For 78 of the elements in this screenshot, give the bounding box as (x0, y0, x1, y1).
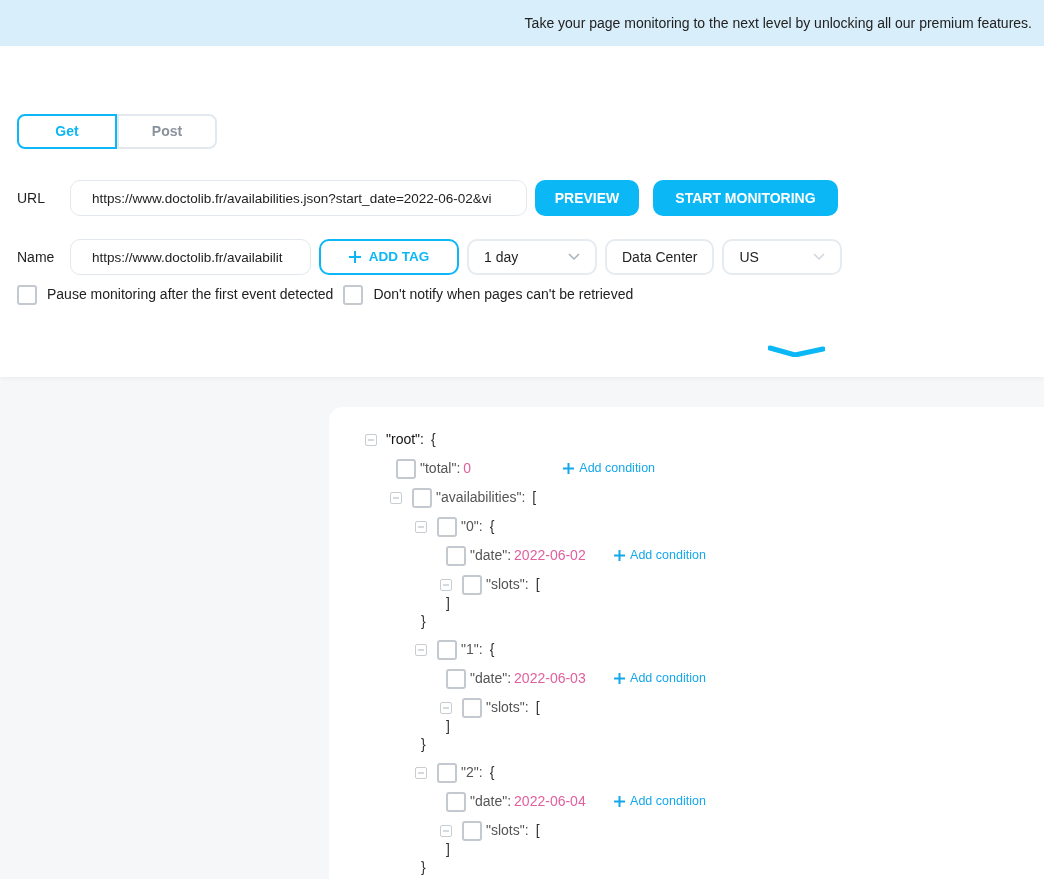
json-key: "0": (461, 516, 483, 537)
collapse-icon[interactable] (390, 491, 402, 504)
plus-icon (563, 463, 575, 474)
collapse-icon[interactable] (440, 701, 452, 714)
json-key: "slots": (486, 820, 529, 841)
expand-chevron-icon[interactable] (768, 344, 825, 357)
checkbox[interactable] (437, 516, 457, 537)
checkbox-label: Pause monitoring after the first event detected (47, 285, 334, 304)
json-key: "1": (461, 639, 483, 660)
plus-icon (614, 673, 626, 684)
add-condition-link[interactable]: Add condition (614, 792, 706, 811)
plus-icon (614, 796, 626, 807)
checkbox[interactable] (343, 284, 364, 305)
bracket: { (489, 517, 495, 536)
checkbox[interactable] (462, 820, 482, 841)
method-tab[interactable]: Get (17, 114, 117, 149)
add-tag-button[interactable]: ADD TAG (319, 239, 459, 275)
bracket: [ (535, 575, 540, 594)
chevron-down-icon (568, 253, 580, 261)
checkbox[interactable] (446, 791, 466, 812)
json-key: "date": (470, 668, 512, 689)
checkbox[interactable] (437, 639, 457, 660)
bracket: ] (446, 594, 450, 613)
name-label: Name (17, 247, 56, 267)
add-condition-link[interactable]: Add condition (614, 669, 706, 688)
collapse-icon[interactable] (440, 578, 452, 591)
chevron-down-icon (813, 253, 826, 261)
json-value: 0 (463, 459, 473, 478)
checkbox[interactable] (446, 545, 466, 566)
add-condition-link[interactable]: Add condition (614, 546, 706, 565)
bracket: } (421, 612, 426, 631)
bracket: [ (532, 488, 537, 507)
bracket: { (489, 640, 495, 659)
bracket: [ (535, 698, 540, 717)
start-monitoring-button[interactable]: START MONITORING (653, 180, 838, 216)
bracket: } (421, 735, 426, 754)
json-value: 2022-06-03 (514, 669, 587, 688)
plus-icon (614, 550, 626, 561)
bracket: { (489, 763, 495, 782)
checkbox[interactable] (17, 284, 37, 305)
json-key: "slots": (486, 697, 529, 718)
region-dropdown[interactable]: US (722, 239, 843, 275)
json-key: "total": (420, 458, 461, 479)
promo-text: Take your page monitoring to the next level by unlocking all our premium features. (524, 13, 1032, 33)
frequency-dropdown[interactable]: 1 day (467, 239, 597, 275)
bracket: } (421, 858, 426, 877)
json-value: 2022-06-02 (514, 546, 587, 565)
checkbox[interactable] (462, 697, 482, 718)
json-key: "date": (470, 791, 512, 812)
collapse-icon[interactable] (440, 824, 452, 837)
url-field[interactable]: https://www.doctolib.fr/availabilities.json?start_date=2022-06-02&vi (70, 180, 527, 216)
bracket: ] (446, 717, 450, 736)
json-key: "2": (461, 762, 483, 783)
bracket: { (430, 430, 436, 449)
collapse-icon[interactable] (415, 643, 427, 656)
collapse-icon[interactable] (415, 520, 427, 533)
checkbox[interactable] (446, 668, 466, 689)
checkbox[interactable] (462, 574, 482, 595)
url-label: URL (17, 188, 46, 208)
json-value: 2022-06-04 (514, 792, 587, 811)
checkbox[interactable] (412, 487, 432, 508)
collapse-icon[interactable] (365, 433, 377, 446)
data-center-label: Data Center (605, 239, 715, 275)
checkbox-label: Don't notify when pages can't be retrieved (373, 285, 634, 304)
json-key: "slots": (486, 574, 529, 595)
json-key: "date": (470, 545, 512, 566)
method-tab[interactable]: Post (117, 114, 217, 149)
json-key: "root": (386, 429, 424, 450)
bracket: [ (535, 821, 540, 840)
add-condition-link[interactable]: Add condition (563, 459, 656, 478)
plus-icon (348, 251, 361, 263)
preview-button[interactable]: PREVIEW (535, 180, 639, 216)
bracket: ] (446, 840, 450, 859)
collapse-icon[interactable] (415, 766, 427, 779)
checkbox[interactable] (396, 458, 416, 479)
name-field[interactable]: https://www.doctolib.fr/availabilit (70, 239, 311, 275)
checkbox[interactable] (437, 762, 457, 783)
json-key: "availabilities": (436, 487, 526, 508)
